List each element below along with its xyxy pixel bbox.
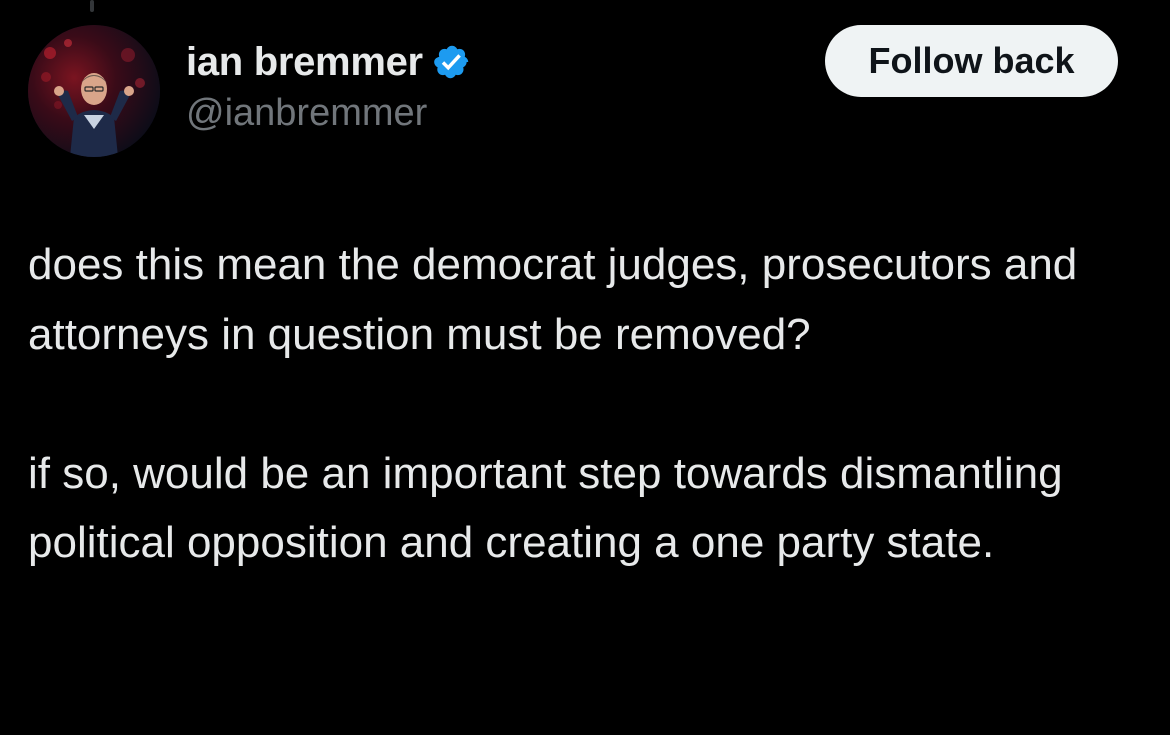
author-name-row: ian bremmer <box>186 38 471 86</box>
author-handle[interactable]: @ianbremmer <box>186 92 427 135</box>
author-display-name[interactable]: ian bremmer <box>186 40 423 85</box>
avatar-image <box>28 25 160 157</box>
thread-connector-line <box>90 0 94 12</box>
tweet-paragraph: does this mean the democrat judges, pros… <box>28 240 1078 359</box>
avatar[interactable] <box>28 25 160 157</box>
verified-badge-icon[interactable] <box>433 43 471 81</box>
tweet-paragraph: if so, would be an important step toward… <box>28 448 1063 568</box>
follow-back-button[interactable]: Follow back <box>825 25 1118 97</box>
tweet-text: does this mean the democrat judges, pros… <box>28 230 1148 578</box>
